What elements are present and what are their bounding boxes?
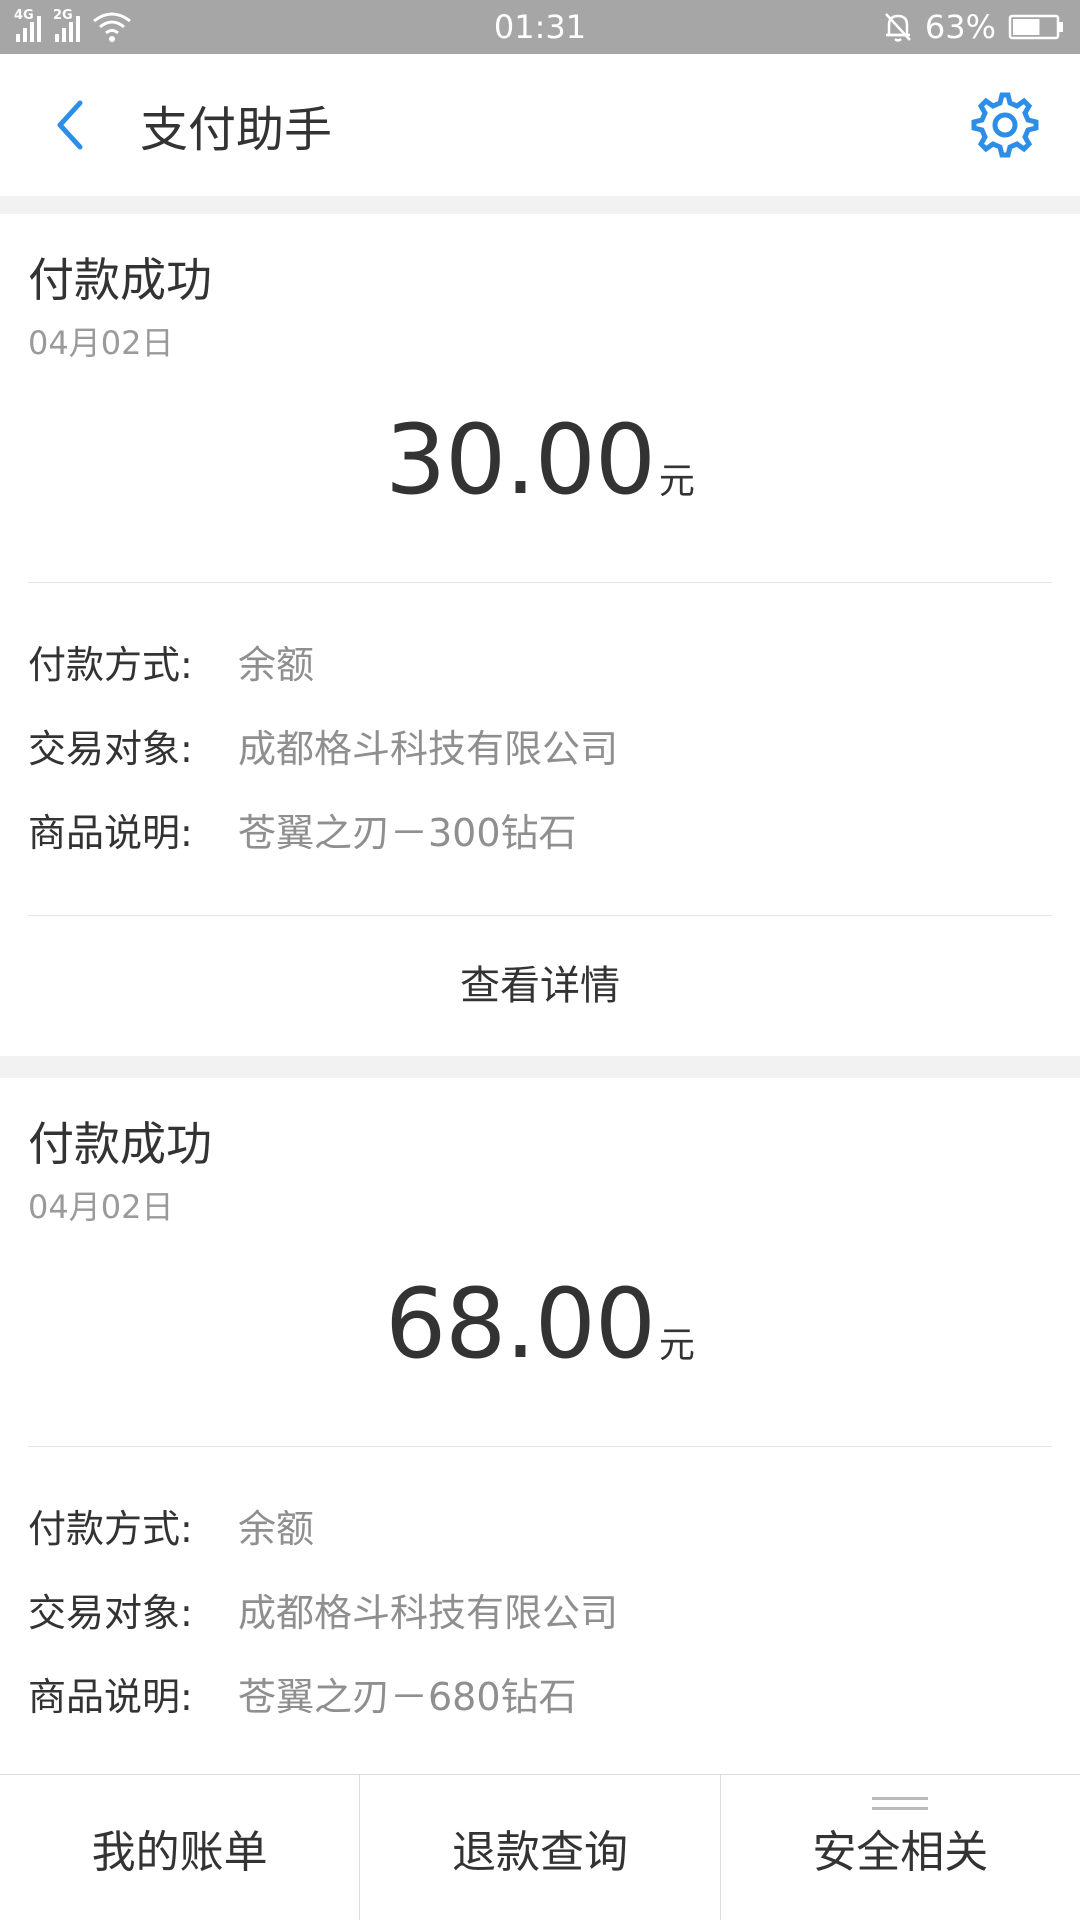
amount-unit: 元 (658, 461, 695, 502)
detail-label: 商品说明: (28, 1675, 193, 1719)
detail-row-payment-method: 付款方式: 余额 (28, 623, 1052, 707)
app-header: 支付助手 (0, 54, 1080, 196)
card-header: 付款成功 04月02日 (0, 214, 1080, 404)
detail-label: 交易对象: (28, 727, 193, 771)
detail-value: 余额 (238, 1507, 315, 1551)
signal-icon-sim2: 2G (53, 8, 80, 42)
detail-row-payment-method: 付款方式: 余额 (28, 1487, 1052, 1571)
network-type-label: 2G (53, 8, 73, 23)
detail-label: 付款方式: (28, 643, 193, 687)
nav-my-bills[interactable]: 我的账单 (0, 1775, 359, 1920)
amount-value: 30.00 (385, 404, 656, 516)
detail-value: 苍翼之刃－680钻石 (238, 1675, 577, 1719)
detail-label: 付款方式: (28, 1507, 193, 1551)
amount-row: 30.00 元 (0, 404, 1080, 582)
detail-value: 成都格斗科技有限公司 (238, 727, 619, 771)
transaction-date: 04月02日 (28, 324, 174, 362)
detail-value: 余额 (238, 643, 315, 687)
network-type-label: 4G (14, 8, 34, 23)
nav-security[interactable]: 安全相关 (719, 1775, 1080, 1920)
detail-value: 成都格斗科技有限公司 (238, 1591, 619, 1635)
wifi-icon (93, 12, 131, 42)
status-bar: 4G 2G 01:31 63% (0, 0, 1080, 54)
submenu-icon (872, 1797, 929, 1811)
amount-row: 68.00 元 (0, 1268, 1080, 1446)
settings-button[interactable] (970, 90, 1040, 160)
nav-refund-query[interactable]: 退款查询 (359, 1775, 719, 1920)
amount-value: 68.00 (385, 1268, 656, 1380)
status-right: 63% (883, 8, 1066, 46)
detail-value: 苍翼之刃－300钻石 (238, 811, 577, 855)
signal-icon-sim1: 4G (14, 8, 41, 42)
amount-unit: 元 (658, 1325, 695, 1366)
details-list: 付款方式: 余额 交易对象: 成都格斗科技有限公司 商品说明: 苍翼之刃－680… (0, 1447, 1080, 1779)
detail-row-counterparty: 交易对象: 成都格斗科技有限公司 (28, 707, 1052, 791)
transaction-list: 付款成功 04月02日 30.00 元 付款方式: 余额 交易对象: 成都格斗科技… (0, 214, 1080, 1801)
detail-label: 商品说明: (28, 811, 193, 855)
detail-row-counterparty: 交易对象: 成都格斗科技有限公司 (28, 1571, 1052, 1655)
transaction-date: 04月02日 (28, 1188, 174, 1226)
mute-bell-icon (884, 13, 911, 42)
page-title: 支付助手 (140, 102, 333, 158)
details-list: 付款方式: 余额 交易对象: 成都格斗科技有限公司 商品说明: 苍翼之刃－300… (0, 583, 1080, 915)
back-button[interactable] (0, 54, 140, 196)
status-left: 4G 2G (14, 8, 132, 43)
transaction-status: 付款成功 (28, 1117, 212, 1171)
detail-row-product: 商品说明: 苍翼之刃－680钻石 (28, 1655, 1052, 1739)
battery-icon (1008, 14, 1063, 40)
detail-row-product: 商品说明: 苍翼之刃－300钻石 (28, 791, 1052, 875)
view-details-link[interactable]: 查看详情 (0, 916, 1080, 1056)
card-header: 付款成功 04月02日 (0, 1078, 1080, 1268)
bottom-nav: 我的账单 退款查询 安全相关 (0, 1774, 1080, 1920)
nav-label: 退款查询 (451, 1826, 628, 1878)
nav-label: 我的账单 (91, 1826, 268, 1878)
transaction-card: 付款成功 04月02日 30.00 元 付款方式: 余额 交易对象: 成都格斗科技… (0, 214, 1080, 1056)
chevron-left-icon (57, 100, 83, 150)
nav-label: 安全相关 (812, 1826, 989, 1878)
detail-label: 交易对象: (28, 1591, 193, 1635)
gear-icon (971, 92, 1039, 158)
battery-percent: 63% (924, 8, 996, 46)
transaction-card: 付款成功 04月02日 68.00 元 付款方式: 余额 交易对象: 成都格斗科技… (0, 1078, 1080, 1779)
transaction-status: 付款成功 (28, 253, 212, 307)
